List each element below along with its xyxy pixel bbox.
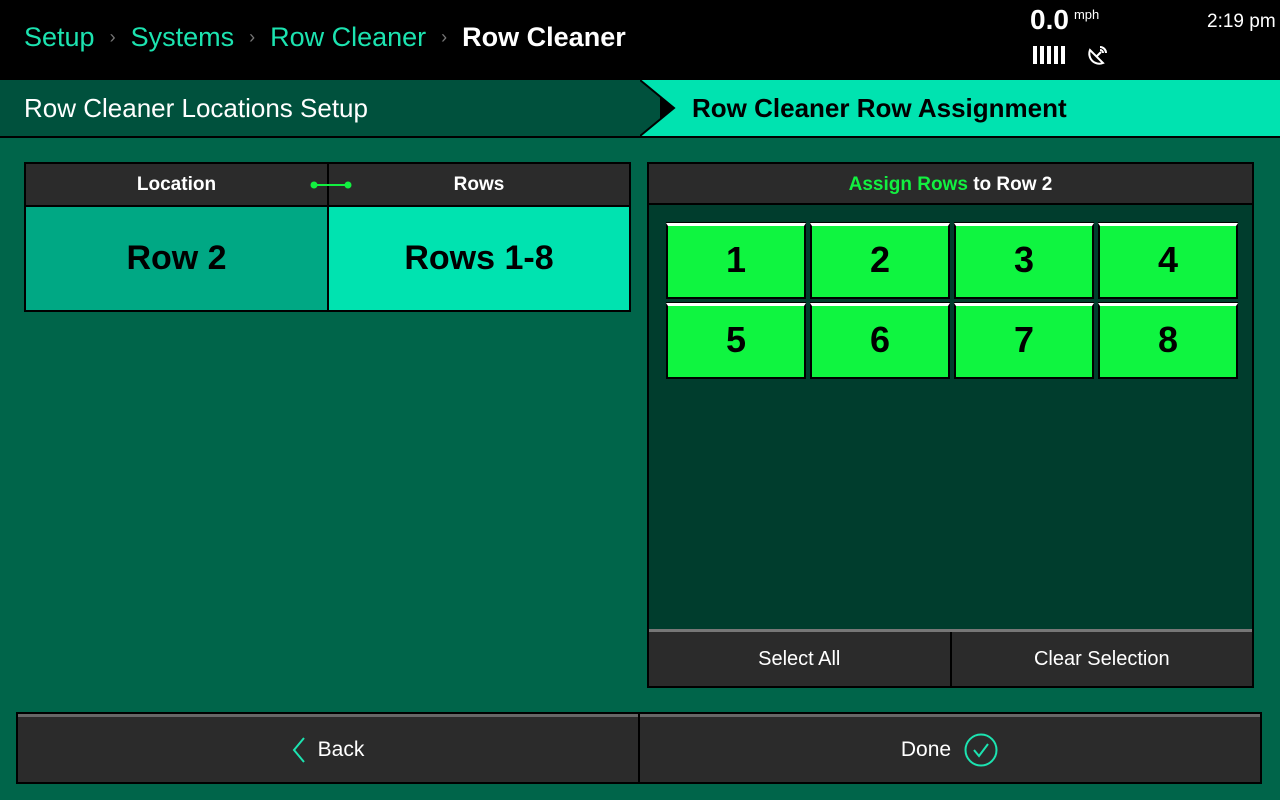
tab-label: Row Cleaner Locations Setup [24, 93, 368, 123]
top-bar: Setup › Systems › Row Cleaner › Row Clea… [0, 0, 1280, 80]
signal-bar [1061, 46, 1065, 64]
location-cell[interactable]: Row 2 [26, 207, 327, 310]
row-button-8[interactable]: 8 [1098, 303, 1238, 379]
satellite-dish-icon [1088, 46, 1107, 65]
done-label: Done [900, 737, 952, 761]
breadcrumb: Setup › Systems › Row Cleaner › Row Clea… [24, 22, 626, 53]
tab-arrow-divider [640, 80, 676, 136]
speed-readout: 0.0 mph [1030, 4, 1099, 36]
assign-title-rest: to Row 2 [967, 174, 1053, 195]
breadcrumb-systems[interactable]: Systems [131, 22, 235, 53]
setup-tabs: Row Cleaner Locations Setup Row Cleaner … [0, 80, 1280, 138]
clock: 2:19 pm [1207, 11, 1276, 32]
row-button-6[interactable]: 6 [810, 303, 950, 379]
signal-bar [1047, 46, 1051, 64]
chevron-left-icon [292, 736, 305, 763]
tab-locations-setup[interactable]: Row Cleaner Locations Setup [0, 80, 660, 136]
tab-row-assignment[interactable]: Row Cleaner Row Assignment [640, 80, 1280, 136]
signal-bar [1054, 46, 1058, 64]
breadcrumb-current: Row Cleaner [462, 22, 626, 52]
assign-actions: Select All Clear Selection [649, 629, 1252, 686]
speed-unit: mph [1073, 7, 1100, 22]
column-header-location: Location [26, 164, 327, 205]
assign-rows-title: Assign Rows to Row 2 [649, 164, 1252, 205]
tab-label: Row Cleaner Row Assignment [692, 93, 1067, 123]
signal-bar [1033, 46, 1037, 64]
done-button[interactable]: Done [640, 714, 1260, 782]
row-button-3[interactable]: 3 [954, 223, 1094, 299]
rows-cell[interactable]: Rows 1-8 [329, 207, 629, 310]
select-all-button[interactable]: Select All [649, 632, 950, 686]
breadcrumb-row-cleaner[interactable]: Row Cleaner [270, 22, 426, 53]
row-button-7[interactable]: 7 [954, 303, 1094, 379]
row-button-2[interactable]: 2 [810, 223, 950, 299]
signal-bar [1040, 46, 1044, 64]
assign-rows-panel: Assign Rows to Row 2 1 2 3 4 5 6 7 8 Sel… [647, 162, 1254, 688]
footer-bar: Back Done [16, 712, 1262, 784]
breadcrumb-separator: › [441, 27, 448, 47]
row-button-5[interactable]: 5 [666, 303, 806, 379]
breadcrumb-separator: › [109, 27, 116, 47]
speed-value: 0.0 [1030, 4, 1069, 35]
row-button-4[interactable]: 4 [1098, 223, 1238, 299]
clear-selection-button[interactable]: Clear Selection [949, 632, 1252, 686]
assign-title-highlight: Assign Rows [848, 174, 968, 195]
column-header-rows: Rows [329, 164, 629, 205]
link-icon [310, 181, 352, 189]
row-button-grid: 1 2 3 4 5 6 7 8 [666, 223, 1238, 379]
row-button-1[interactable]: 1 [666, 223, 806, 299]
back-label: Back [317, 737, 365, 761]
back-button[interactable]: Back [18, 714, 638, 782]
breadcrumb-separator: › [249, 27, 256, 47]
signal-strength-icon [1033, 46, 1065, 64]
breadcrumb-setup[interactable]: Setup [24, 22, 95, 53]
location-table: Location Rows Row 2 Rows 1-8 [24, 162, 631, 312]
check-circle-icon [964, 733, 998, 766]
